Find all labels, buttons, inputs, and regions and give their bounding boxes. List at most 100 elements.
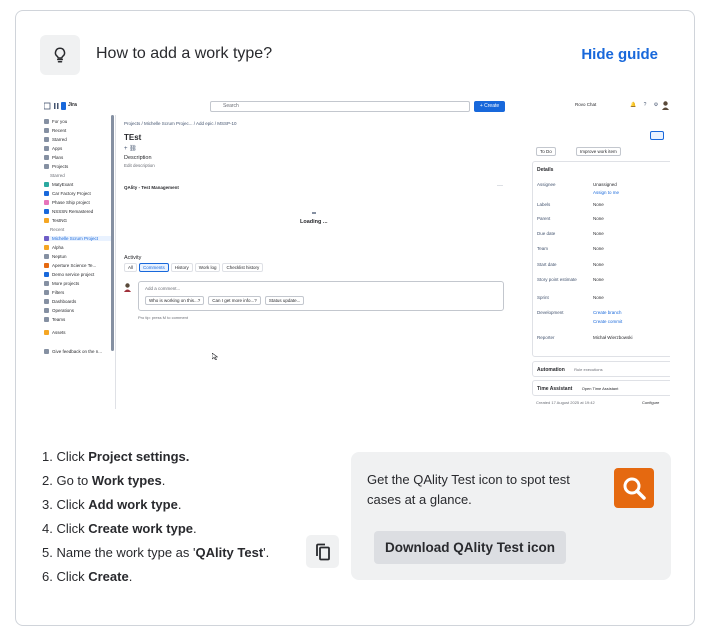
screenshot-detail-field: Sprint None: [537, 295, 604, 300]
commenter-avatar-icon: [124, 283, 131, 292]
jira-logo-text: Jira: [68, 102, 77, 108]
sidebar-item-icon: [44, 308, 49, 313]
step-text: 3. Click: [42, 497, 89, 512]
step-text: 5. Name the work type as ': [42, 545, 196, 560]
download-icon-button[interactable]: Download QAlity Test icon: [374, 531, 566, 564]
screenshot-comment-chip: Who is working on this...?: [145, 296, 205, 305]
cursor-icon: [212, 353, 218, 360]
screenshot-rovo-chat: Rovo Chat: [575, 102, 597, 107]
step-item: 5. Name the work type as 'QAlity Test'.: [42, 541, 269, 565]
screenshot-details-label: Details: [537, 167, 554, 173]
detail-field-value: None: [593, 231, 604, 236]
time-assistant-value: Open Time Assistant: [581, 386, 619, 391]
screenshot-improve: Improve work item: [576, 147, 621, 156]
sidebar-item-icon: [44, 119, 49, 124]
detail-field-label: Start date: [537, 262, 557, 267]
screenshot-sidebar-item: Dashboards: [44, 299, 76, 304]
screenshot-sidebar-item: Starred: [44, 137, 67, 142]
sidebar-item-icon: [44, 137, 49, 142]
screenshot-sidebar-item: Starred: [50, 173, 65, 178]
step-tail: .: [177, 497, 182, 512]
detail-field-value: Assign to me: [593, 190, 620, 195]
detail-field-label: Development: [537, 310, 564, 315]
sidebar-item-label: Projects: [52, 164, 69, 169]
promo-text: Get the QAlity Test icon to spot test ca…: [367, 472, 570, 507]
step-action: Work types: [91, 473, 162, 488]
screenshot-comment-chips: Who is working on this...? Can I get more…: [145, 296, 305, 305]
screenshot-sidebar-item: Aperture Science Te...: [44, 263, 96, 268]
detail-field-value: None: [593, 216, 604, 221]
hide-guide-button[interactable]: Hide guide: [581, 46, 658, 63]
screenshot-activity-tab: Comments: [139, 263, 169, 272]
step-action: QAlity Test: [195, 545, 264, 560]
screenshot-description-label: Description: [124, 155, 152, 161]
screenshot-sidebar-item: Neptun: [44, 254, 67, 259]
screenshot-watch-icon: [650, 131, 664, 140]
screenshot-sidebar-item: Operations: [44, 308, 74, 313]
steps-list: 1. Click Project settings. 2. Go to Work …: [42, 445, 269, 589]
guide-title: How to add a work type?: [96, 45, 273, 62]
screenshot-time-assistant-panel: Time Assistant Open Time Assistant: [532, 380, 670, 396]
lightbulb-icon: [40, 35, 80, 75]
step-tail: .: [161, 473, 166, 488]
detail-field-label: Due date: [537, 231, 556, 236]
step-text: 2. Go to: [42, 473, 92, 488]
copy-icon: [315, 543, 330, 560]
step-action: Create work type: [88, 521, 193, 536]
sidebar-item-label: TestNG: [52, 218, 68, 223]
sidebar-item-icon: [44, 330, 49, 335]
screenshot-sidebar-item: More projects: [44, 281, 79, 286]
screenshot-comment-placeholder: Add a comment...: [145, 286, 181, 291]
sidebar-item-label: Apps: [52, 146, 63, 151]
sidebar-item-label: Give feedback on the n...: [52, 349, 103, 354]
screenshot-activity-label: Activity: [124, 255, 142, 261]
step-item: 3. Click Add work type.: [42, 493, 269, 517]
qality-icon-promo: Get the QAlity Test icon to spot test ca…: [351, 452, 671, 580]
sidebar-item-icon: [44, 281, 49, 286]
jira-screenshot: Jira Search + Create Rovo Chat 🔔 ? ⚙ For…: [40, 97, 670, 409]
detail-field-value: Create commit: [593, 319, 623, 324]
sidebar-item-icon: [44, 218, 49, 223]
sidebar-item-icon: [44, 299, 49, 304]
step-item: 1. Click Project settings.: [42, 445, 269, 469]
detail-field-value: None: [593, 202, 604, 207]
sidebar-item-icon: [44, 254, 49, 259]
screenshot-sidebar-item: MatyExant: [44, 182, 73, 187]
screenshot-comment-chip: Status update...: [264, 296, 305, 305]
screenshot-activity-tab: History: [170, 263, 193, 272]
screenshot-detail-field: Start date None: [537, 262, 604, 267]
sidebar-item-icon: [44, 245, 49, 250]
copy-button[interactable]: [306, 535, 339, 568]
guide-card: How to add a work type? Hide guide Jira …: [15, 10, 695, 626]
step-tail: .: [128, 569, 133, 584]
screenshot-loading-text: Loading ...: [300, 219, 328, 225]
screenshot-activity-tab: Work log: [194, 263, 221, 272]
screenshot-sidebar: For you Recent Starred Apps Plans Projects Sta…: [40, 115, 116, 409]
screenshot-detail-field: Assignee Unassigned: [537, 182, 617, 187]
screenshot-description-placeholder: Edit description: [124, 163, 155, 168]
screenshot-detail-field: Reporter Michał Wierzbowski: [537, 335, 633, 340]
sidebar-item-label: Starred: [52, 137, 67, 142]
screenshot-more-icon: ···: [497, 183, 503, 189]
sidebar-item-label: NSSSN Remastered: [52, 209, 94, 214]
detail-field-label: Parent: [537, 216, 551, 221]
detail-field-label: Reporter: [537, 335, 555, 340]
sidebar-item-label: Michelle Scrum Project: [52, 236, 99, 241]
detail-field-label: Story point estimate: [537, 277, 577, 282]
detail-field-value: None: [593, 262, 604, 267]
screenshot-search: Search: [210, 101, 470, 112]
automation-label: Automation: [537, 367, 565, 373]
sidebar-item-icon: [44, 182, 49, 187]
sidebar-item-icon: [44, 349, 49, 354]
screenshot-sidebar-item: Car Factory Project: [44, 191, 91, 196]
screenshot-sidebar-item: Plans: [44, 155, 63, 160]
sidebar-item-label: Recent: [52, 128, 67, 133]
screenshot-breadcrumbs: Projects / Michelle Scrum Projec... / Ad…: [124, 121, 237, 126]
sidebar-item-label: Recent: [50, 227, 65, 232]
sidebar-item-label: Teams: [52, 317, 66, 322]
screenshot-create-button: + Create: [474, 101, 505, 112]
screenshot-sidebar-item: TestNG: [44, 218, 67, 223]
screenshot-top-bar: Jira Search + Create Rovo Chat 🔔 ? ⚙: [40, 97, 670, 115]
detail-field-label: Labels: [537, 202, 551, 207]
sidebar-item-label: Operations: [52, 308, 75, 313]
